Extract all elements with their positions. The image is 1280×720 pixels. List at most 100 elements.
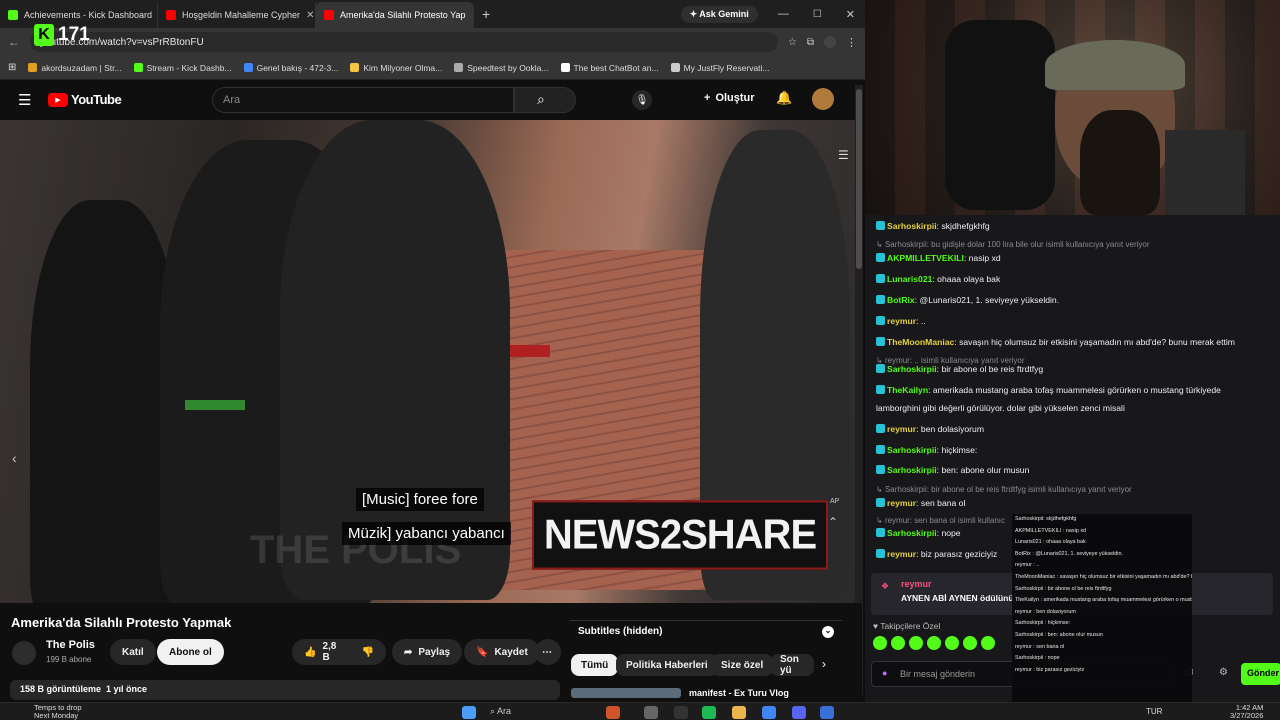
- apps-icon[interactable]: ⊞: [8, 62, 16, 73]
- chip-recent[interactable]: Son yü: [770, 654, 814, 676]
- more-actions-button[interactable]: ⋯: [535, 639, 561, 665]
- taskbar-search[interactable]: ⌕ Ara: [490, 706, 511, 717]
- bookmark-item[interactable]: My JustFly Reservati...: [670, 63, 770, 73]
- taskbar-search-label: Ara: [497, 706, 512, 716]
- discord-icon[interactable]: [792, 706, 806, 719]
- new-tab-icon[interactable]: +: [482, 6, 490, 22]
- share-button[interactable]: ➦ Paylaş: [392, 639, 463, 665]
- message-text: ..: [920, 316, 926, 326]
- send-button[interactable]: Gönder: [1241, 663, 1280, 685]
- app-icon[interactable]: [674, 706, 688, 719]
- window-close-icon[interactable]: ✕: [846, 8, 855, 21]
- bookmark-item[interactable]: Genel bakış - 472-3...: [243, 63, 338, 73]
- chat-username[interactable]: Sarhoskirpii: [887, 364, 937, 374]
- emote-icon[interactable]: [909, 636, 923, 650]
- bookmark-item[interactable]: Stream - Kick Dashb...: [133, 63, 232, 73]
- language-indicator[interactable]: TUR: [1146, 707, 1162, 716]
- bookmark-item[interactable]: Kim Milyoner Olma...: [350, 63, 442, 73]
- chip-politics[interactable]: Politika Haberleri: [616, 654, 718, 676]
- news2share-text: NEWS2SHARE: [543, 511, 817, 558]
- scrollbar-thumb[interactable]: [856, 89, 862, 269]
- extensions-icon[interactable]: ⧉: [807, 37, 814, 48]
- app-icon[interactable]: [644, 706, 658, 719]
- save-button[interactable]: 🔖 Kaydet: [464, 639, 540, 665]
- chat-username[interactable]: reymur: [887, 498, 916, 508]
- spotify-icon[interactable]: [702, 706, 716, 719]
- chip-all[interactable]: Tümü: [571, 654, 619, 676]
- chat-username[interactable]: TheMoonManiac: [887, 337, 954, 347]
- app-icon[interactable]: [820, 706, 834, 719]
- chrome-icon[interactable]: [762, 706, 776, 719]
- minimize-icon[interactable]: —: [778, 8, 789, 20]
- chat-username[interactable]: reymur: [887, 316, 916, 326]
- emote-icon[interactable]: [963, 636, 977, 650]
- emote-icon[interactable]: [891, 636, 905, 650]
- chat-username[interactable]: AKPMILLETVEKILI: [887, 253, 964, 263]
- youtube-favicon-icon: [166, 10, 176, 20]
- youtube-logo[interactable]: ▶ YouTube: [48, 92, 122, 107]
- clock[interactable]: 1:42 AM 3/27/2026: [1230, 704, 1263, 720]
- bookmark-star-icon[interactable]: ☆: [788, 37, 797, 48]
- search-input[interactable]: Ara: [212, 87, 514, 113]
- microphone-icon[interactable]: 🎙: [632, 90, 652, 110]
- message-text: savaşın hiç olumsuz bir etkisini yaşamad…: [959, 337, 1235, 347]
- search-button[interactable]: ⌕: [514, 87, 576, 113]
- tab-cypher[interactable]: Hoşgeldin Mahalleme Cypher ✕: [158, 2, 316, 28]
- weather-widget[interactable]: Temps to drop Next Monday: [34, 704, 82, 720]
- ask-gemini-button[interactable]: ✦ Ask Gemini: [680, 5, 758, 23]
- overlay-chat-line: reymur : sen bana ol: [1015, 643, 1065, 650]
- menu-icon[interactable]: ⋮: [846, 36, 857, 49]
- chat-username[interactable]: BotRix: [887, 295, 915, 305]
- chevron-left-icon[interactable]: ‹: [12, 450, 17, 466]
- armband: [510, 345, 550, 357]
- url-field[interactable]: youtube.com/watch?v=vsPrRBtonFU: [30, 32, 778, 52]
- create-button[interactable]: + Oluştur: [704, 92, 755, 104]
- subtitles-panel-header[interactable]: Subtitles (hidden) ⌄: [570, 620, 842, 644]
- emote-icon[interactable]: [873, 636, 887, 650]
- playlist-icon[interactable]: ☰: [838, 148, 849, 162]
- folder-icon[interactable]: [732, 706, 746, 719]
- streamer-webcam: [865, 0, 1280, 215]
- join-button[interactable]: Katıl: [110, 639, 156, 665]
- bookmark-item[interactable]: akordsuzadam | Str...: [28, 63, 122, 73]
- emote-icon[interactable]: [981, 636, 995, 650]
- chevron-up-icon[interactable]: ⌃: [828, 515, 838, 529]
- chip-for-you[interactable]: Size özel: [711, 654, 774, 676]
- description-box[interactable]: 158 B görüntüleme 1 yıl önce: [10, 680, 560, 700]
- avatar[interactable]: [812, 88, 834, 110]
- chat-username[interactable]: Sarhoskirpii: [887, 445, 937, 455]
- emote-icon[interactable]: [927, 636, 941, 650]
- notifications-bell-icon[interactable]: 🔔: [776, 90, 792, 106]
- badge-icon: [876, 528, 885, 537]
- chat-username[interactable]: reymur: [887, 549, 916, 559]
- channel-avatar[interactable]: [12, 641, 36, 665]
- chat-username[interactable]: reymur: [887, 424, 916, 434]
- chevron-down-icon[interactable]: ⌄: [822, 626, 834, 638]
- app-icon[interactable]: [606, 706, 620, 719]
- chat-username[interactable]: Lunaris021: [887, 274, 932, 284]
- chat-message: reymur: ben dolasiyorum: [876, 424, 1276, 434]
- chat-username[interactable]: TheKailyn: [887, 385, 928, 395]
- profile-icon[interactable]: [824, 36, 836, 48]
- chat-username[interactable]: Sarhoskirpii: [887, 528, 937, 538]
- close-tab-icon[interactable]: ✕: [471, 10, 473, 21]
- thumbs-up-icon[interactable]: 👍: [304, 647, 316, 658]
- chat-username[interactable]: Sarhoskirpii: [887, 465, 937, 475]
- subscribe-button[interactable]: Abone ol: [157, 639, 224, 665]
- hamburger-menu-icon[interactable]: ☰: [18, 91, 31, 109]
- next-video-item[interactable]: manifest - Ex Turu Vlog: [571, 688, 841, 702]
- chevron-right-icon[interactable]: ›: [822, 657, 826, 671]
- chat-username[interactable]: Sarhoskirpii: [887, 221, 937, 231]
- back-icon[interactable]: ←: [8, 35, 20, 49]
- maximize-icon[interactable]: ☐: [813, 9, 822, 20]
- thumbs-down-icon[interactable]: 👎: [362, 647, 374, 658]
- emote-icon[interactable]: [945, 636, 959, 650]
- close-tab-icon[interactable]: ✕: [306, 10, 314, 21]
- overlay-chat-line: TheKailyn : amerikada mustang araba tofa…: [1015, 597, 1192, 604]
- tab-active-video[interactable]: Amerika'da Silahlı Protesto Yap ✕: [316, 2, 474, 28]
- bookmark-item[interactable]: Speedtest by Ookla...: [454, 63, 549, 73]
- windows-start-icon[interactable]: [462, 706, 476, 719]
- settings-gear-icon[interactable]: ⚙: [1219, 667, 1228, 678]
- bookmark-item[interactable]: The best ChatBot an...: [560, 63, 659, 73]
- channel-name[interactable]: The Polis: [46, 639, 95, 651]
